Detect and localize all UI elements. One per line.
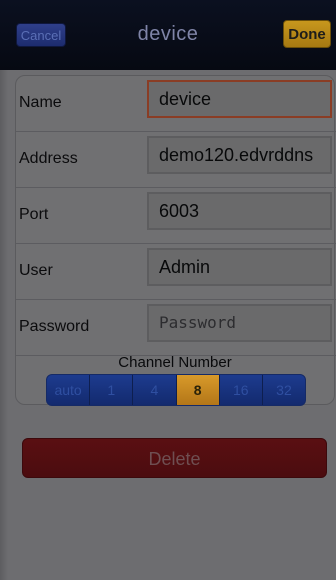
done-button[interactable]: Done bbox=[283, 20, 331, 48]
top-navigation-bar: Cancel device Done bbox=[0, 0, 336, 70]
password-field[interactable]: Password bbox=[147, 304, 332, 342]
channel-option-auto[interactable]: auto bbox=[47, 375, 91, 405]
channel-number-label: Channel Number bbox=[118, 354, 232, 371]
user-label: User bbox=[19, 262, 53, 279]
device-form-card: Name device Address demo120.edvrddns Por… bbox=[15, 75, 336, 406]
name-field[interactable]: device bbox=[147, 80, 332, 118]
channel-option-8[interactable]: 8 bbox=[176, 375, 220, 405]
password-label: Password bbox=[19, 318, 90, 335]
address-label: Address bbox=[19, 150, 78, 167]
channel-option-1[interactable]: 1 bbox=[90, 375, 134, 405]
user-row: User Admin bbox=[16, 244, 336, 300]
port-label: Port bbox=[19, 206, 49, 223]
address-field[interactable]: demo120.edvrddns bbox=[147, 136, 332, 174]
delete-button[interactable]: Delete bbox=[22, 438, 327, 478]
channel-number-segmented-control: auto 1 4 8 16 32 bbox=[46, 374, 306, 406]
port-row: Port 6003 bbox=[16, 188, 336, 244]
left-edge-shadow bbox=[0, 70, 8, 580]
user-field[interactable]: Admin bbox=[147, 248, 332, 286]
channel-option-16[interactable]: 16 bbox=[220, 375, 263, 405]
port-field[interactable]: 6003 bbox=[147, 192, 332, 230]
channel-option-32[interactable]: 32 bbox=[263, 375, 305, 405]
address-row: Address demo120.edvrddns bbox=[16, 132, 336, 188]
device-editor-content: Name device Address demo120.edvrddns Por… bbox=[0, 70, 336, 580]
channel-option-4[interactable]: 4 bbox=[133, 375, 177, 405]
password-row: Password Password bbox=[16, 300, 336, 356]
name-label: Name bbox=[19, 94, 62, 111]
name-row: Name device bbox=[16, 76, 336, 132]
